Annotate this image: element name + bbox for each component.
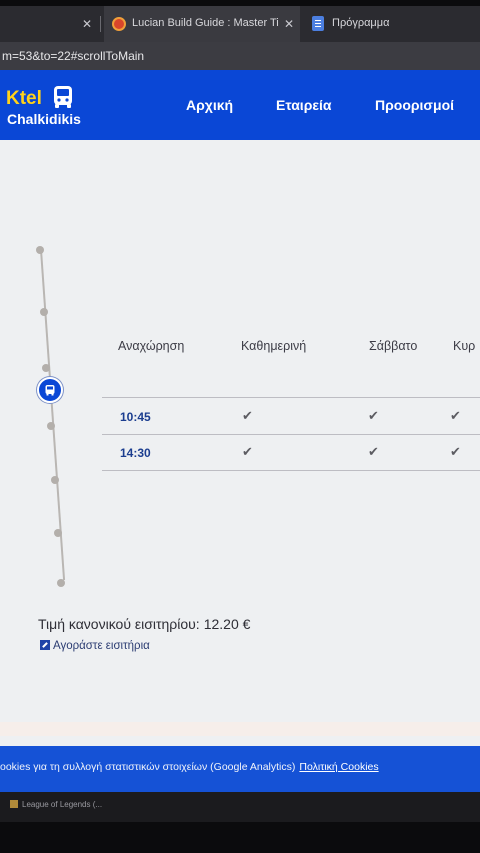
site-navbar: Ktel Chalkidikis Αρχική Εταιρεία Προορισ… — [0, 70, 480, 140]
cookie-message: ookies για τη συλλογή στατιστικών στοιχε… — [0, 761, 379, 773]
taskbar-item[interactable]: League of Legends (... — [10, 800, 102, 809]
header-weekday: Καθημερινή — [241, 339, 307, 353]
price-label: Τιμή κανονικού εισιτηρίου: — [38, 616, 200, 632]
bus-icon — [54, 86, 72, 108]
nav-home-link[interactable]: Αρχική — [186, 97, 233, 113]
address-bar[interactable]: m=53&to=22#scrollToMain — [0, 42, 480, 70]
tab-close-icon[interactable]: ✕ — [284, 17, 294, 31]
nav-destinations-link[interactable]: Προορισμοί — [375, 97, 454, 113]
web-page: Ktel Chalkidikis Αρχική Εταιρεία Προορισ… — [0, 70, 480, 792]
table-row: 10:45 ✔ ✔ ✔ — [102, 399, 480, 435]
screen: ✕ Lucian Build Guide : Master Tier ✕ Πρό… — [0, 0, 480, 853]
route-stop-dot — [36, 246, 44, 254]
cookie-policy-link[interactable]: Πολιτική Cookies — [299, 761, 378, 773]
route-stop-dot — [57, 579, 65, 587]
tab-programma[interactable]: Πρόγραμμα — [304, 6, 480, 42]
buy-tickets-label: Αγοράστε εισιτήρια — [53, 640, 150, 652]
taskbar-item-label: League of Legends (... — [22, 800, 103, 809]
tab-separator — [100, 16, 101, 32]
logo-subtitle[interactable]: Chalkidikis — [7, 111, 81, 127]
league-of-legends-icon — [10, 800, 18, 808]
nav-company-link[interactable]: Εταιρεία — [276, 97, 332, 113]
header-saturday: Σάββατο — [369, 339, 418, 353]
departure-time: 10:45 — [120, 410, 151, 424]
check-icon: ✔ — [368, 444, 379, 459]
route-stop-dot — [51, 476, 59, 484]
table-divider — [102, 470, 480, 471]
header-departure: Αναχώρηση — [118, 339, 185, 353]
os-taskbar: League of Legends (... — [0, 792, 480, 822]
table-row: 14:30 ✔ ✔ ✔ — [102, 435, 480, 471]
departure-time: 14:30 — [120, 446, 151, 460]
document-icon — [312, 16, 324, 31]
league-of-legends-icon — [112, 17, 126, 31]
route-stop-dot — [40, 308, 48, 316]
current-stop-marker — [37, 377, 63, 403]
cookie-text: ookies για τη συλλογή στατιστικών στοιχε… — [0, 761, 296, 773]
tab-label: Lucian Build Guide : Master Tier — [132, 17, 278, 29]
table-divider — [102, 397, 480, 398]
check-icon: ✔ — [242, 408, 253, 423]
price-value: 12.20 € — [203, 616, 251, 632]
tab-close-icon[interactable]: ✕ — [82, 17, 92, 31]
check-icon: ✔ — [450, 408, 461, 423]
route-stop-dot — [47, 422, 55, 430]
cookie-banner: ookies για τη συλλογή στατιστικών στοιχε… — [0, 746, 480, 792]
header-sunday: Κυρ — [453, 339, 476, 353]
url-text[interactable]: m=53&to=22#scrollToMain — [2, 49, 144, 63]
check-icon: ✔ — [450, 444, 461, 459]
tab-label: Πρόγραμμα — [332, 17, 390, 29]
check-icon: ✔ — [368, 408, 379, 423]
route-stop-dot — [54, 529, 62, 537]
tab-lucian-build-guide[interactable]: Lucian Build Guide : Master Tier ✕ — [104, 6, 300, 42]
buy-tickets-link[interactable]: Αγοράστε εισιτήρια — [40, 640, 150, 652]
page-footer-band — [0, 722, 480, 736]
browser-tab-strip: ✕ Lucian Build Guide : Master Tier ✕ Πρό… — [0, 6, 480, 42]
external-link-icon — [40, 640, 50, 650]
check-icon: ✔ — [242, 444, 253, 459]
tab-previous[interactable]: ✕ — [0, 6, 100, 42]
logo-text[interactable]: Ktel — [6, 88, 42, 110]
route-stop-dot — [42, 364, 50, 372]
bus-icon — [45, 385, 55, 396]
ticket-price: Τιμή κανονικού εισιτηρίου: 12.20 € — [38, 616, 250, 632]
